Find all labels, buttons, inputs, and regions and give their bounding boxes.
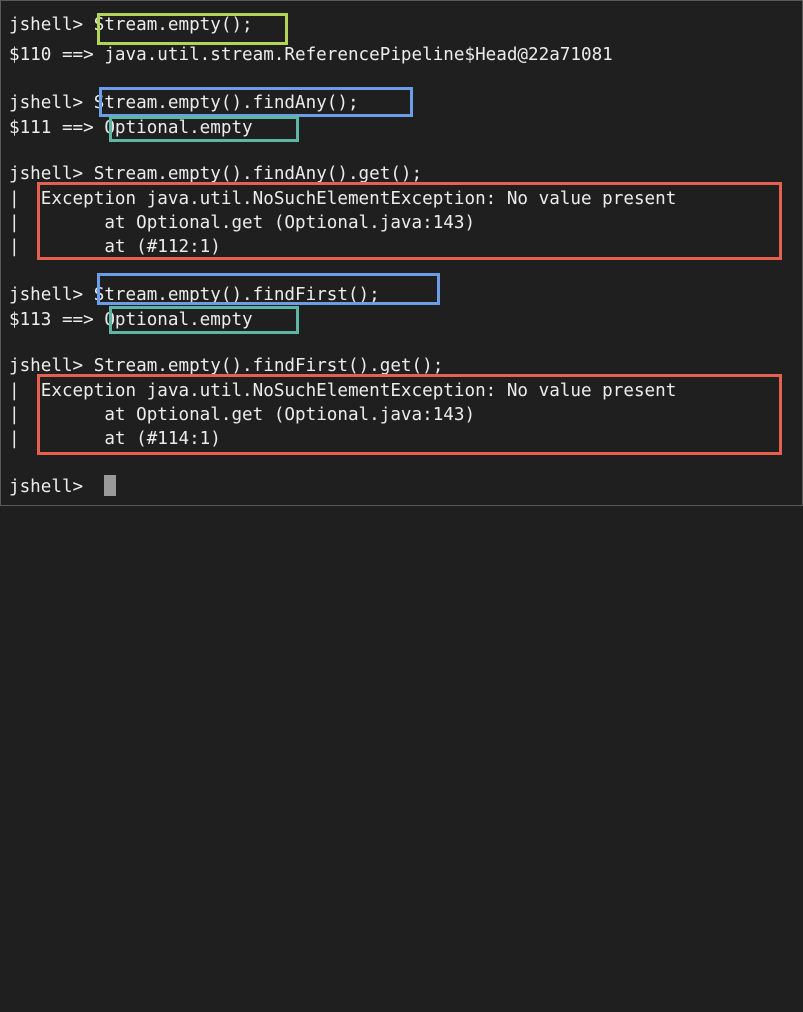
output-prefix: $111 ==> — [9, 118, 105, 138]
stack-trace-text: at (#114:1) — [104, 429, 221, 449]
output-prefix: | — [9, 213, 105, 233]
prompt-label: jshell> — [9, 93, 94, 113]
command-text: Stream.empty(); — [93, 15, 253, 35]
prompt-label: jshell> — [9, 285, 94, 305]
prompt-line: jshell> Stream.empty().findFirst(); — [9, 283, 380, 307]
terminal-window[interactable]: jshell> Stream.empty(); $110 ==> java.ut… — [0, 0, 803, 506]
text-cursor — [104, 475, 116, 496]
output-text: Optional.empty — [104, 118, 253, 138]
command-text: Stream.empty().findFirst(); — [93, 285, 380, 305]
output-prefix: | — [9, 237, 105, 257]
stack-trace-line: | at (#112:1) — [9, 235, 221, 259]
prompt-label: jshell> — [9, 15, 94, 35]
output-prefix: | — [9, 429, 105, 449]
stack-trace-line: | at (#114:1) — [9, 427, 221, 451]
stack-trace-text: at Optional.get (Optional.java:143) — [104, 405, 476, 425]
command-text: Stream.empty().findAny().get(); — [93, 164, 423, 184]
output-prefix: $113 ==> — [9, 310, 105, 330]
command-text: Stream.empty().findAny(); — [93, 93, 359, 113]
output-line: $110 ==> java.util.stream.ReferencePipel… — [9, 43, 613, 67]
prompt-label: jshell> — [9, 164, 94, 184]
output-line: $113 ==> Optional.empty — [9, 308, 253, 332]
prompt-line: jshell> — [9, 475, 94, 499]
exception-line: | Exception java.util.NoSuchElementExcep… — [9, 379, 676, 403]
exception-text: Exception java.util.NoSuchElementExcepti… — [40, 381, 677, 401]
output-prefix: | — [9, 381, 41, 401]
exception-text: Exception java.util.NoSuchElementExcepti… — [40, 189, 677, 209]
prompt-line: jshell> Stream.empty(); — [9, 13, 253, 37]
prompt-line: jshell> Stream.empty().findAny(); — [9, 91, 359, 115]
stack-trace-text: at Optional.get (Optional.java:143) — [104, 213, 476, 233]
output-prefix: | — [9, 189, 41, 209]
prompt-label: jshell> — [9, 356, 94, 376]
output-text: Optional.empty — [104, 310, 253, 330]
command-text: Stream.empty().findFirst().get(); — [93, 356, 444, 376]
exception-line: | Exception java.util.NoSuchElementExcep… — [9, 187, 676, 211]
stack-trace-line: | at Optional.get (Optional.java:143) — [9, 211, 475, 235]
prompt-line: jshell> Stream.empty().findAny().get(); — [9, 162, 422, 186]
output-prefix: | — [9, 405, 105, 425]
output-text: $110 ==> java.util.stream.ReferencePipel… — [9, 45, 613, 65]
stack-trace-line: | at Optional.get (Optional.java:143) — [9, 403, 475, 427]
output-line: $111 ==> Optional.empty — [9, 116, 253, 140]
stack-trace-text: at (#112:1) — [104, 237, 221, 257]
prompt-line: jshell> Stream.empty().findFirst().get()… — [9, 354, 443, 378]
prompt-label: jshell> — [9, 477, 94, 497]
